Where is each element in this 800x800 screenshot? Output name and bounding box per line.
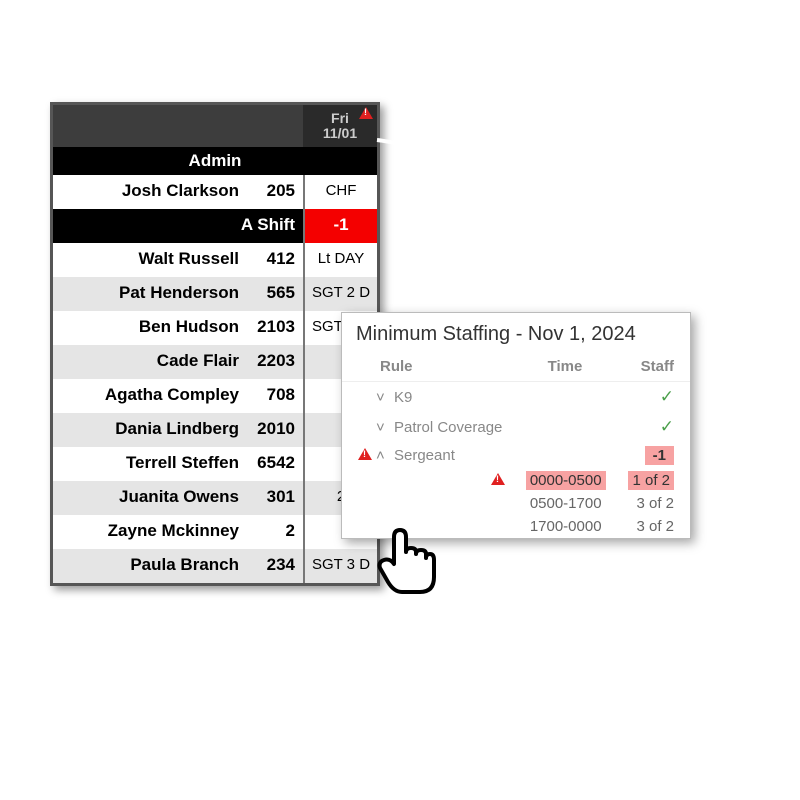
person-row[interactable]: Agatha Compley708 <box>53 379 377 413</box>
person-number: 2010 <box>247 413 303 447</box>
shift-value: -1 <box>303 209 377 243</box>
person-number: 234 <box>247 549 303 583</box>
person-row[interactable]: Zayne Mckinney2 <box>53 515 377 549</box>
rule-detail-row: 1700-0000 3 of 2 <box>342 515 690 538</box>
popup-title: Minimum Staffing - Nov 1, 2024 <box>342 313 690 354</box>
col-rule: Rule <box>358 358 510 375</box>
check-icon: ✓ <box>660 417 674 436</box>
header-row: Fri 11/01 <box>53 105 377 147</box>
person-name: Terrell Steffen <box>53 447 247 481</box>
time-range: 0000-0500 <box>526 471 606 490</box>
shift-row[interactable]: A Shift-1 <box>53 209 377 243</box>
person-number: 2 <box>247 515 303 549</box>
staff-ratio: 1 of 2 <box>628 471 674 490</box>
time-range: 1700-0000 <box>530 518 602 535</box>
time-range: 0500-1700 <box>530 495 602 512</box>
col-staff: Staff <box>620 358 674 375</box>
person-number: 6542 <box>247 447 303 481</box>
min-staffing-popup: Minimum Staffing - Nov 1, 2024 Rule Time… <box>341 312 691 539</box>
rule-name: Sergeant <box>394 447 510 464</box>
col-time: Time <box>510 358 620 375</box>
person-name: Josh Clarkson <box>53 175 247 209</box>
person-number: 708 <box>247 379 303 413</box>
person-number: 2103 <box>247 311 303 345</box>
person-row[interactable]: Juanita Owens3012 <box>53 481 377 515</box>
staff-deficit: -1 <box>645 446 674 465</box>
staff-ratio: 3 of 2 <box>636 495 674 512</box>
schedule-grid: Fri 11/01 AdminJosh Clarkson205CHFA Shif… <box>50 102 380 586</box>
rule-row[interactable]: ˅K9 ✓ <box>342 382 690 412</box>
person-name: Zayne Mckinney <box>53 515 247 549</box>
alert-icon[interactable] <box>359 107 373 122</box>
person-row[interactable]: Walt Russell412Lt DAY <box>53 243 377 277</box>
person-number: 565 <box>247 277 303 311</box>
popup-column-header: Rule Time Staff <box>342 354 690 382</box>
person-name: Ben Hudson <box>53 311 247 345</box>
person-name: Dania Lindberg <box>53 413 247 447</box>
person-row[interactable]: Pat Henderson565SGT 2 D <box>53 277 377 311</box>
rule-name: K9 <box>394 389 510 406</box>
person-assignment: CHF <box>303 175 377 209</box>
chevron-up-icon[interactable]: ˄ <box>376 447 394 464</box>
person-number: 205 <box>247 175 303 209</box>
rule-name: Patrol Coverage <box>394 419 510 436</box>
person-name: Agatha Compley <box>53 379 247 413</box>
check-icon: ✓ <box>660 387 674 406</box>
person-row[interactable]: Terrell Steffen6542 <box>53 447 377 481</box>
chevron-down-icon[interactable]: ˅ <box>376 389 394 406</box>
person-assignment: Lt DAY <box>303 243 377 277</box>
section-label: Admin <box>53 147 377 175</box>
person-number: 301 <box>247 481 303 515</box>
rule-row[interactable]: ˄Sergeant -1 <box>342 442 690 469</box>
person-assignment: SGT 2 D <box>303 277 377 311</box>
chevron-down-icon[interactable]: ˅ <box>376 419 394 436</box>
person-row[interactable]: Josh Clarkson205CHF <box>53 175 377 209</box>
person-name: Juanita Owens <box>53 481 247 515</box>
person-assignment: SGT 3 D <box>303 549 377 583</box>
person-name: Pat Henderson <box>53 277 247 311</box>
person-row[interactable]: Paula Branch234SGT 3 D <box>53 549 377 583</box>
person-row[interactable]: Ben Hudson2103SGT 1 D <box>53 311 377 345</box>
alert-icon <box>491 473 505 485</box>
staff-ratio: 3 of 2 <box>636 518 674 535</box>
date-label: 11/01 <box>303 126 377 141</box>
rule-detail-row: 0500-1700 3 of 2 <box>342 492 690 515</box>
person-number: 2203 <box>247 345 303 379</box>
rule-row[interactable]: ˅Patrol Coverage ✓ <box>342 412 690 442</box>
date-header[interactable]: Fri 11/01 <box>303 105 377 147</box>
header-spacer <box>53 105 303 147</box>
rule-detail-row: 0000-0500 1 of 2 <box>342 469 690 492</box>
person-row[interactable]: Cade Flair2203 <box>53 345 377 379</box>
person-name: Walt Russell <box>53 243 247 277</box>
person-name: Cade Flair <box>53 345 247 379</box>
person-number: 412 <box>247 243 303 277</box>
shift-name: A Shift <box>53 209 303 243</box>
person-row[interactable]: Dania Lindberg2010 <box>53 413 377 447</box>
person-name: Paula Branch <box>53 549 247 583</box>
alert-icon <box>358 448 372 460</box>
